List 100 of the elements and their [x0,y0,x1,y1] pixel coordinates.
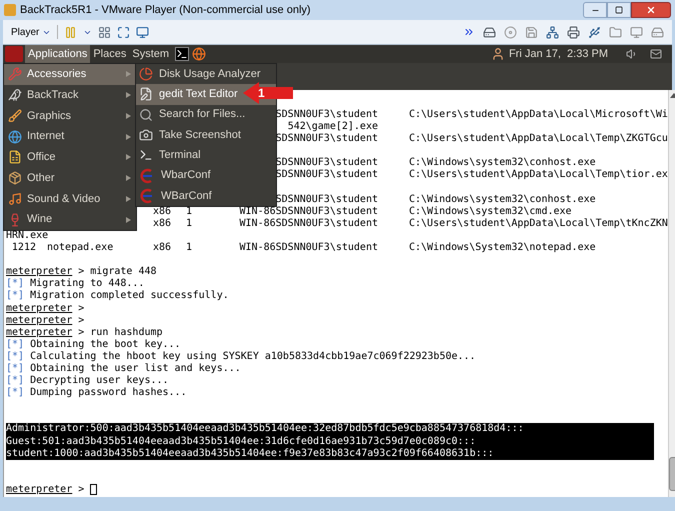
process-cell-text: 1212 [10,242,36,254]
chevrons-icon[interactable] [463,26,475,38]
menu-item[interactable]: Sound & Video [4,188,136,210]
menu-item[interactable]: Accessories [4,64,136,85]
status-marker: [*] [6,290,24,302]
menu-item-label: Disk Usage Analyzer [159,66,260,82]
process-cell-text: WIN-86SDSNN0UF3\student [238,242,378,254]
menu-item-label: Accessories [27,67,86,82]
menu-item[interactable]: WBarConf [136,186,276,206]
terminal-line: Migration completed successfully. [30,290,229,302]
close-icon [646,5,656,15]
prompt-label: meterpreter [6,314,72,327]
process-cell-text: C:\Windows\system32\conhost.exe [409,194,597,206]
player-menu-button[interactable]: Player [11,24,52,40]
terminal-line: Obtaining the boot key... [30,338,181,351]
menu-item[interactable]: Internet [4,126,136,147]
globe-icon [8,130,22,144]
monitor-icon[interactable] [630,26,643,38]
menu-item[interactable]: Take Screenshot [136,124,276,146]
menu-item-label: WbarConf [161,168,211,184]
menu-item[interactable]: Terminal [136,145,276,166]
floppy-icon[interactable] [525,26,538,38]
terminal-line: HRN.exe [6,230,50,242]
camera-icon [139,128,153,142]
menu-item[interactable]: Disk Usage Analyzer [136,64,276,84]
menu-item-label: Internet [27,129,64,144]
status-marker: [*] [6,338,24,351]
command-text: > [78,314,84,327]
process-cell: C:\Users\student\AppData\Local\Temp\tior.ex [409,169,668,182]
process-cell-text: SDSNN0UF3\student [274,133,378,146]
process-cell: C:\Users\student\AppData\Local\Temp\ZKGTGcu [409,133,668,146]
command-text: > [78,302,84,315]
panel-menu[interactable]: Places [90,45,130,63]
menu-item-label: gedit Text Editor [159,87,238,102]
submenu-arrow-icon [126,134,131,140]
menu-item[interactable]: Graphics [4,106,136,126]
callout-number: 1 [258,85,265,101]
menu-item-label: Office [27,150,56,166]
process-cell-text: x86 [153,218,172,230]
command-text: > [78,484,84,496]
pie-chart-icon [139,67,153,82]
command-text: > run hashdump [78,326,163,339]
speaker-icon[interactable] [626,48,638,60]
terminal-launcher-icon[interactable] [175,47,190,61]
menu-item[interactable]: Wine [4,209,136,230]
process-cell: C:\Users\student\AppData\Local\Microsoft\Wi [409,109,668,122]
brush-icon [8,108,22,123]
submenu-arrow-icon [126,196,131,202]
printer-icon[interactable] [567,26,580,38]
status-marker: [*] [6,350,24,363]
file-pencil-icon [139,87,153,102]
process-cell: C:\Users\student\AppData\Local\Temp\tKncZKN [409,218,668,230]
submenu-arrow-icon [126,92,131,98]
network-icon[interactable] [546,26,559,38]
terminal-line: Obtaining the user list and keys... [30,362,241,375]
menu-item[interactable]: Other [4,168,136,188]
user-icon [490,47,505,61]
monitor-icon[interactable] [136,26,150,38]
terminal-line: Decrypting user keys... [30,375,169,387]
drive-icon[interactable] [651,26,664,38]
process-cell-text: x86 [153,242,172,254]
process-cell-text: SDSNN0UF3\student [274,169,378,182]
process-cell-text: SDSNN0UF3\student [274,194,378,206]
arc-logo-icon [139,168,155,184]
prompt-label: meterpreter [6,302,72,315]
menu-item-label: WBarConf [161,188,212,204]
menu-item-label: Wine [27,212,52,228]
folder-icon[interactable] [609,26,622,38]
globe-launcher-icon[interactable] [192,47,206,61]
menu-item[interactable]: Office [4,147,136,168]
panel-menu[interactable]: System [129,45,172,63]
menu-item-label: Take Screenshot [159,128,241,143]
menu-item-label: Other [27,170,55,186]
process-cell-text: WIN-86SDSNN0UF3\student [238,218,378,230]
submenu-arrow-icon [126,112,131,119]
fullscreen-icon[interactable] [117,26,130,38]
close-button[interactable] [631,2,671,18]
prompt-label: meterpreter [6,484,72,496]
hard-drive-icon[interactable] [483,26,496,38]
search-icon [139,108,153,122]
music-icon [8,192,22,206]
menu-item[interactable]: BackTrack [4,84,136,106]
menu-item[interactable]: WbarConf [136,165,276,186]
prompt-label: meterpreter [6,326,72,339]
submenu-arrow-icon [126,154,131,160]
panel-menu[interactable]: Applications [25,45,90,63]
maximize-icon [615,6,623,14]
spreadsheet-icon [8,150,22,164]
menu-item-label: Search for Files... [159,107,246,122]
usb-icon[interactable] [588,26,601,38]
submenu-arrow-icon [126,216,131,223]
terminal-line: Dumping password hashes... [30,387,187,400]
menu-item-label: BackTrack [27,88,79,103]
mail-icon[interactable] [650,48,662,60]
menu-item[interactable]: Search for Files... [136,104,276,125]
menu-item-label: Terminal [159,148,201,164]
process-cell-text: x86 [153,206,172,218]
status-marker: [*] [6,375,24,387]
prompt-label: meterpreter [6,266,72,278]
maximize-button[interactable] [607,2,631,18]
